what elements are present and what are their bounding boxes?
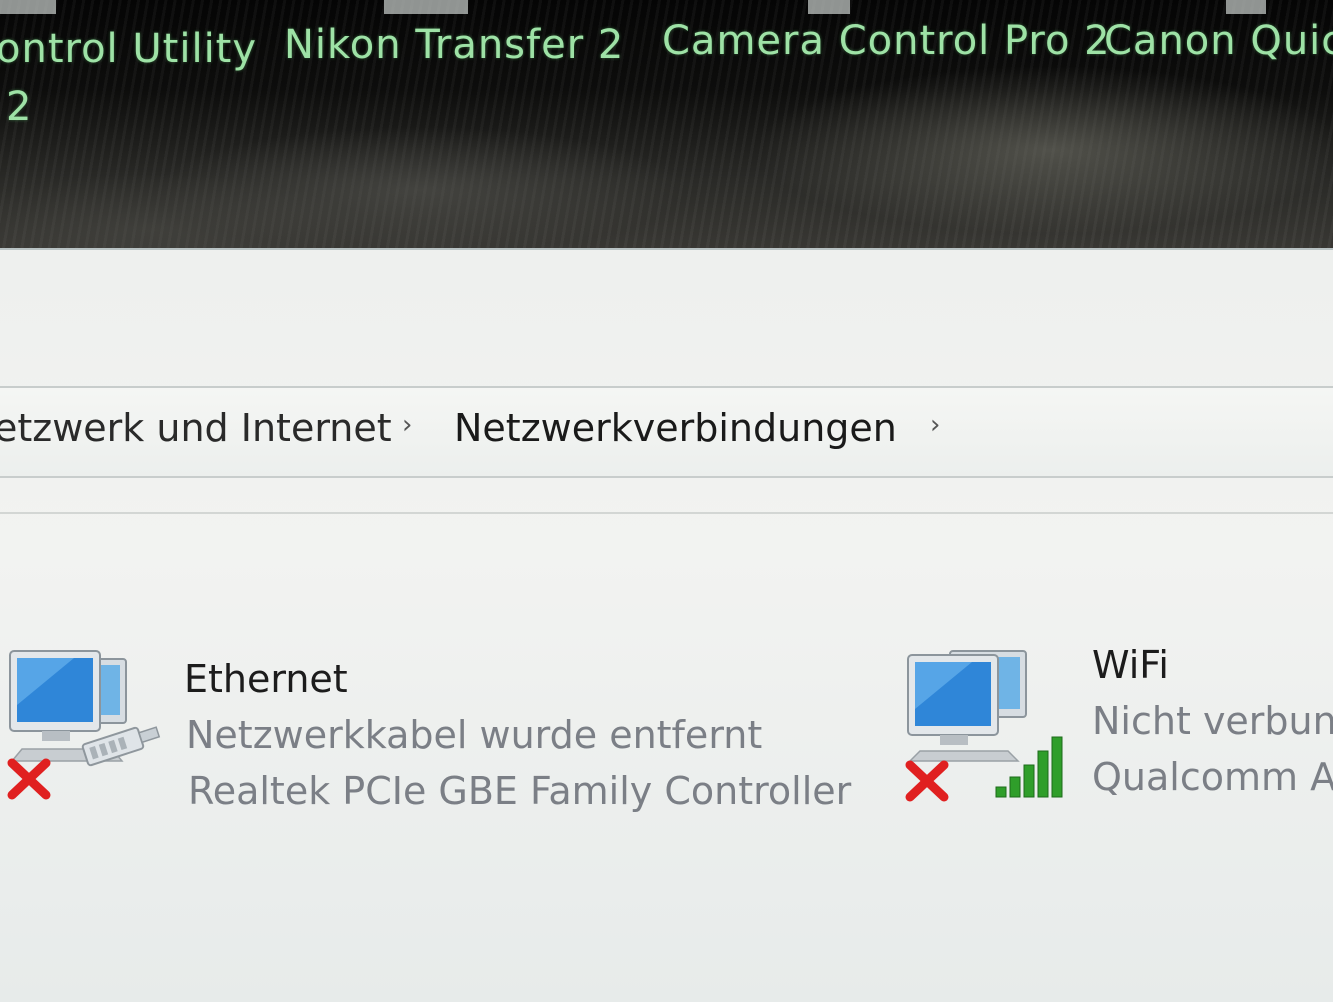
breadcrumb-netzwerk-und-internet[interactable]: etzwerk und Internet — [0, 406, 392, 450]
explorer-window: etzwerk und Internet › Netzwerkverbindun… — [0, 248, 1333, 1002]
connection-status: Netzwerkkabel wurde entfernt — [186, 713, 763, 757]
breadcrumb-netzwerkverbindungen[interactable]: Netzwerkverbindungen — [454, 406, 897, 450]
connection-status: Nicht verbun — [1092, 699, 1333, 743]
desktop-icon-thumbnail[interactable] — [0, 0, 56, 14]
connection-item-ethernet[interactable]: Ethernet Netzwerkkabel wurde entfernt Re… — [4, 645, 864, 815]
desktop-shortcut-control-utility[interactable]: ontrol Utility 2 — [0, 26, 257, 130]
desktop-icon-thumbnail[interactable] — [808, 0, 850, 14]
desktop-icon-thumbnail[interactable] — [1226, 0, 1266, 14]
connection-device: Qualcomm A — [1092, 755, 1333, 799]
desktop-shortcut-label: ontrol Utility — [0, 26, 258, 72]
wifi-disconnected-icon — [905, 650, 1063, 802]
desktop-background: ontrol Utility 2 Nikon Transfer 2 Camera… — [0, 0, 1333, 258]
desktop-shortcut-label: Camera Control Pro 2 — [662, 18, 1111, 64]
address-bar[interactable]: etzwerk und Internet › Netzwerkverbindun… — [0, 386, 1333, 478]
desktop-shortcut-canon-quick[interactable]: Canon Quick — [1104, 18, 1333, 64]
connection-name: Ethernet — [184, 657, 348, 701]
connection-item-wifi[interactable]: WiFi Nicht verbun Qualcomm A — [900, 643, 1333, 815]
connection-device: Realtek PCIe GBE Family Controller — [188, 769, 852, 813]
connection-name: WiFi — [1092, 643, 1169, 687]
desktop-shortcut-label: Canon Quick — [1104, 18, 1333, 64]
desktop-icon-thumbnail[interactable] — [384, 0, 468, 14]
desktop-shortcut-nikon-transfer[interactable]: Nikon Transfer 2 — [284, 22, 624, 68]
ethernet-disconnected-icon — [7, 650, 161, 800]
breadcrumb-chevron-icon[interactable]: › — [402, 410, 412, 440]
desktop-shortcut-camera-control-pro[interactable]: Camera Control Pro 2 — [662, 18, 1111, 64]
desktop-shortcut-label: Nikon Transfer 2 — [284, 22, 625, 68]
desktop-shortcut-label-line2: 2 — [6, 84, 33, 130]
breadcrumb-chevron-icon[interactable]: › — [930, 410, 940, 440]
command-bar — [0, 490, 1333, 514]
